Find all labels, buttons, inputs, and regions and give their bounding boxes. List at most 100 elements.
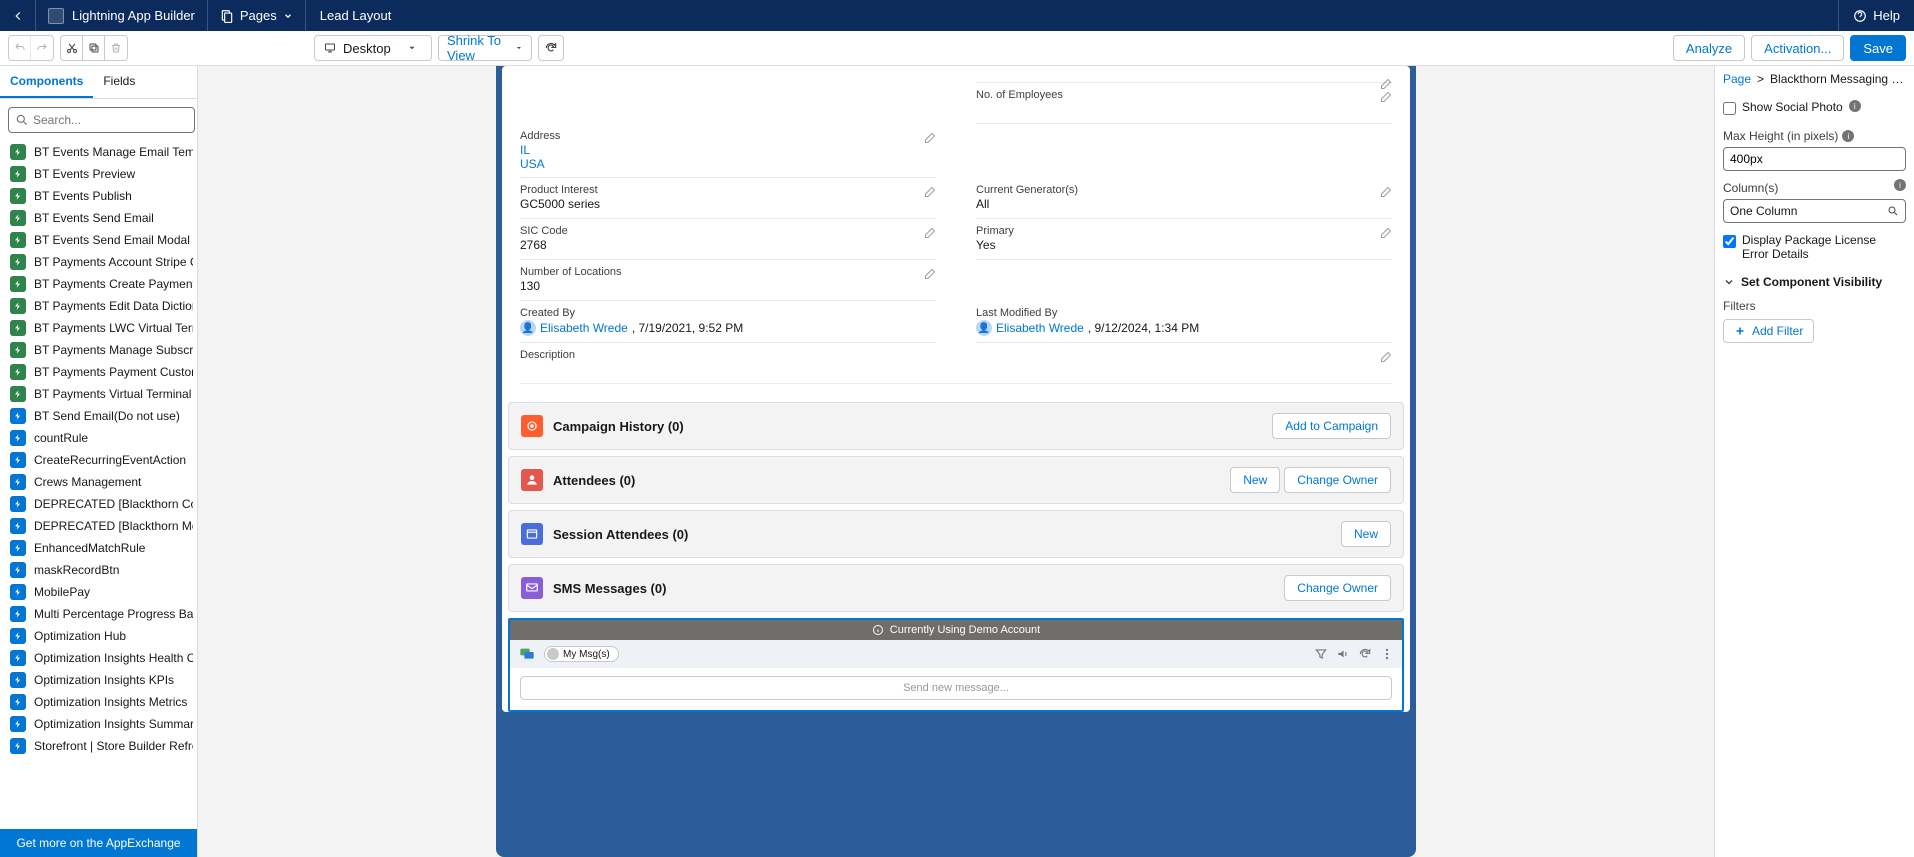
component-item[interactable]: BT Events Publish	[4, 185, 193, 207]
session-attendees-card[interactable]: Session Attendees (0) New	[508, 510, 1404, 558]
component-item[interactable]: Optimization Insights Metrics	[4, 691, 193, 713]
messages-icon	[518, 646, 536, 662]
device-selector[interactable]: Desktop	[314, 35, 432, 61]
info-icon[interactable]: i	[1842, 130, 1854, 142]
search-input[interactable]	[33, 113, 188, 127]
component-item[interactable]: countRule	[4, 427, 193, 449]
component-item[interactable]: Optimization Hub	[4, 625, 193, 647]
analyze-button[interactable]: Analyze	[1673, 35, 1745, 61]
send-message-input[interactable]: Send new message...	[520, 676, 1392, 700]
info-icon[interactable]: i	[1849, 100, 1861, 112]
pencil-icon[interactable]	[924, 227, 936, 239]
visibility-section-toggle[interactable]: Set Component Visibility	[1723, 275, 1906, 289]
component-item[interactable]: BT Events Preview	[4, 163, 193, 185]
add-filter-button[interactable]: Add Filter	[1723, 319, 1814, 343]
component-label: EnhancedMatchRule	[34, 541, 145, 555]
appexchange-button[interactable]: Get more on the AppExchange	[0, 829, 197, 857]
component-item[interactable]: BT Payments Account Stripe Cus...	[4, 251, 193, 273]
info-icon[interactable]: i	[1894, 179, 1906, 191]
help-button[interactable]: Help	[1838, 0, 1914, 31]
save-button[interactable]: Save	[1850, 35, 1906, 61]
component-item[interactable]: Crews Management	[4, 471, 193, 493]
breadcrumb-page-link[interactable]: Page	[1723, 72, 1751, 86]
add-to-campaign-button[interactable]: Add to Campaign	[1272, 413, 1391, 439]
filter-icon[interactable]	[1314, 647, 1328, 661]
messaging-component[interactable]: Currently Using Demo Account My Msg(s)	[508, 618, 1404, 712]
change-owner-button[interactable]: Change Owner	[1284, 467, 1391, 493]
component-item[interactable]: DEPRECATED [Blackthorn Conve...	[4, 493, 193, 515]
new-attendee-button[interactable]: New	[1230, 467, 1280, 493]
field-label: No. of Employees	[976, 89, 1392, 101]
display-package-checkbox[interactable]	[1723, 235, 1736, 248]
campaign-history-card[interactable]: Campaign History (0) Add to Campaign	[508, 402, 1404, 450]
component-item[interactable]: BT Payments Create Payment M...	[4, 273, 193, 295]
sms-messages-card[interactable]: SMS Messages (0) Change Owner	[508, 564, 1404, 612]
volume-icon[interactable]	[1336, 647, 1350, 661]
undo-button[interactable]	[9, 36, 31, 60]
component-label: BT Payments LWC Virtual Terminal	[34, 321, 193, 335]
component-item[interactable]: MobilePay	[4, 581, 193, 603]
change-owner-button[interactable]: Change Owner	[1284, 575, 1391, 601]
help-label: Help	[1873, 8, 1900, 23]
created-date: , 7/19/2021, 9:52 PM	[632, 321, 743, 335]
component-item[interactable]: Optimization Insights KPIs	[4, 669, 193, 691]
refresh-button[interactable]	[538, 35, 564, 61]
device-label: Desktop	[343, 41, 391, 56]
field-value: 130	[520, 278, 936, 294]
pencil-icon[interactable]	[1380, 351, 1392, 363]
pencil-icon[interactable]	[1380, 91, 1392, 103]
component-item[interactable]: EnhancedMatchRule	[4, 537, 193, 559]
component-item[interactable]: BT Events Manage Email Template	[4, 141, 193, 163]
activation-button[interactable]: Activation...	[1751, 35, 1844, 61]
component-item[interactable]: CreateRecurringEventAction	[4, 449, 193, 471]
pencil-icon[interactable]	[1380, 227, 1392, 239]
component-item[interactable]: BT Send Email(Do not use)	[4, 405, 193, 427]
my-messages-toggle[interactable]: My Msg(s)	[544, 646, 619, 662]
show-social-photo-checkbox[interactable]	[1723, 102, 1736, 115]
user-link[interactable]: Elisabeth Wrede	[996, 321, 1084, 335]
component-item[interactable]: DEPRECATED [Blackthorn Messa...	[4, 515, 193, 537]
cut-button[interactable]	[61, 36, 83, 60]
component-item[interactable]: BT Payments Edit Data Dictionary	[4, 295, 193, 317]
redo-button[interactable]	[31, 36, 53, 60]
user-link[interactable]: Elisabeth Wrede	[540, 321, 628, 335]
address-state-link[interactable]: IL	[520, 143, 530, 157]
copy-button[interactable]	[83, 36, 105, 60]
tab-fields[interactable]: Fields	[93, 66, 145, 98]
component-item[interactable]: Optimization Insights Health Che...	[4, 647, 193, 669]
breadcrumb-current: Blackthorn Messaging Mes...	[1770, 72, 1906, 86]
pages-dropdown[interactable]: Pages	[208, 0, 306, 31]
component-item[interactable]: Multi Percentage Progress Bar	[4, 603, 193, 625]
max-height-input[interactable]	[1723, 147, 1906, 171]
address-country-link[interactable]: USA	[520, 157, 545, 171]
columns-select[interactable]: One Column	[1723, 199, 1906, 223]
zoom-selector[interactable]: Shrink To View	[438, 35, 532, 61]
tab-components[interactable]: Components	[0, 66, 93, 98]
app-icon	[48, 8, 64, 24]
pencil-icon[interactable]	[924, 186, 936, 198]
back-button[interactable]	[0, 0, 36, 31]
component-item[interactable]: BT Events Send Email	[4, 207, 193, 229]
related-title: Attendees (0)	[553, 473, 635, 488]
pencil-icon[interactable]	[1380, 186, 1392, 198]
component-item[interactable]: BT Payments Virtual Terminal	[4, 383, 193, 405]
component-item[interactable]: BT Payments Payment Customer...	[4, 361, 193, 383]
component-item[interactable]: Optimization Insights Summary	[4, 713, 193, 735]
field-label: Current Generator(s)	[976, 184, 1392, 196]
component-item[interactable]: BT Payments LWC Virtual Terminal	[4, 317, 193, 339]
refresh-icon[interactable]	[1358, 647, 1372, 661]
component-item[interactable]: BT Events Send Email Modal	[4, 229, 193, 251]
component-item[interactable]: Storefront | Store Builder Refres...	[4, 735, 193, 757]
component-search[interactable]	[8, 107, 195, 133]
component-label: BT Events Send Email Modal	[34, 233, 190, 247]
pencil-icon[interactable]	[924, 268, 936, 280]
filters-label: Filters	[1723, 299, 1906, 313]
component-icon	[10, 606, 26, 622]
component-item[interactable]: BT Payments Manage Subscripti...	[4, 339, 193, 361]
attendees-card[interactable]: Attendees (0) New Change Owner	[508, 456, 1404, 504]
component-item[interactable]: maskRecordBtn	[4, 559, 193, 581]
delete-button[interactable]	[105, 36, 127, 60]
pencil-icon[interactable]	[924, 132, 936, 144]
new-session-button[interactable]: New	[1341, 521, 1391, 547]
more-icon[interactable]	[1380, 647, 1394, 661]
